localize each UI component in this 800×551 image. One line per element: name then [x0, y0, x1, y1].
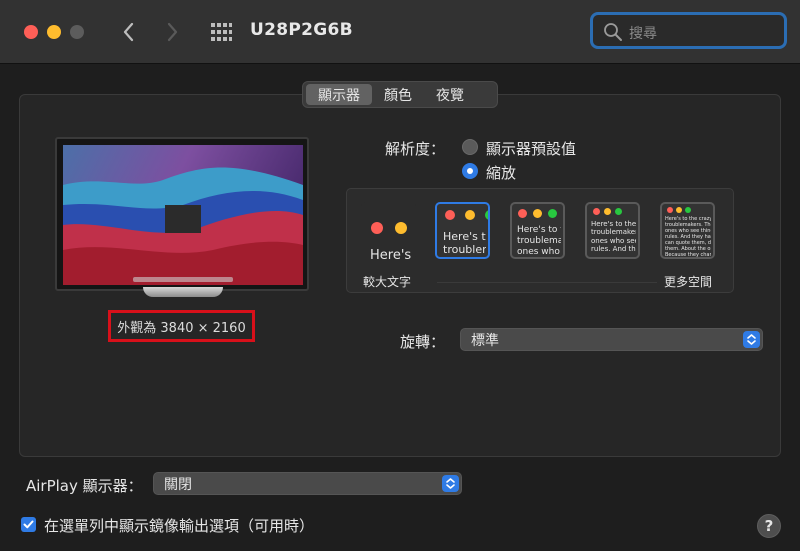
tab-display[interactable]: 顯示器 — [306, 84, 372, 105]
rotation-value: 標準 — [471, 332, 499, 349]
title-bar: U28P2G6B 搜尋 — [0, 0, 800, 64]
select-stepper-icon — [743, 331, 760, 348]
close-window-button[interactable] — [24, 25, 38, 39]
search-icon — [604, 23, 622, 41]
rotation-label: 旋轉： — [400, 333, 446, 351]
default-radio-label[interactable]: 顯示器預設值 — [486, 138, 576, 159]
help-button[interactable]: ? — [757, 514, 781, 538]
scale-option-2-text: Here's to troublem — [443, 230, 486, 257]
scale-option-5[interactable]: Here's to the crazy one troublemakers. T… — [660, 202, 715, 259]
scale-option-3[interactable]: Here's to t troublema ones who — [510, 202, 565, 259]
scaled-options: Here's Here's to troublem Here's to t tr… — [346, 188, 734, 293]
minimize-window-button[interactable] — [47, 25, 61, 39]
scale-option-4[interactable]: Here's to the cr troublemakers. ones who… — [585, 202, 640, 259]
monitor-illustration — [55, 137, 309, 299]
scale-option-3-text: Here's to t troublema ones who — [517, 225, 561, 257]
resolution-readout: 外觀為 3840 × 2160 — [108, 310, 255, 342]
select-stepper-icon — [442, 475, 459, 492]
chevron-left-icon — [123, 22, 134, 42]
airplay-value: 關閉 — [164, 476, 192, 493]
tab-color[interactable]: 顏色 — [372, 84, 424, 105]
forward-button[interactable] — [160, 18, 184, 46]
rotation-select[interactable]: 標準 — [460, 328, 763, 351]
airplay-select[interactable]: 關閉 — [153, 472, 462, 495]
search-field[interactable]: 搜尋 — [590, 12, 787, 49]
desktop-wallpaper — [63, 145, 303, 285]
more-space-label: 更多空間 — [664, 275, 713, 289]
scaled-radio-label[interactable]: 縮放 — [486, 162, 516, 183]
scaled-radio[interactable] — [462, 163, 478, 179]
monitor-stand — [143, 287, 223, 297]
scale-option-5-text: Here's to the crazy one troublemakers. T… — [665, 216, 711, 258]
scale-option-4-text: Here's to the cr troublemakers. ones who… — [591, 220, 636, 254]
airplay-label: AirPlay 顯示器： — [26, 477, 143, 495]
scale-option-1-text: Here's — [370, 248, 412, 259]
window-title: U28P2G6B — [250, 20, 353, 40]
chevron-right-icon — [167, 22, 178, 42]
grid-icon — [211, 23, 232, 41]
tab-bar: 顯示器 顏色 夜覽 — [302, 81, 498, 108]
monitor-frame — [55, 137, 309, 291]
tab-night-shift[interactable]: 夜覽 — [424, 84, 476, 105]
default-radio[interactable] — [462, 139, 478, 155]
zoom-window-button[interactable] — [70, 25, 84, 39]
resolution-label: 解析度： — [385, 140, 446, 158]
back-button[interactable] — [117, 18, 141, 46]
larger-text-label: 較大文字 — [363, 275, 412, 289]
scale-option-1[interactable]: Here's — [361, 202, 416, 259]
scale-option-2[interactable]: Here's to troublem — [435, 202, 490, 259]
search-placeholder: 搜尋 — [629, 26, 657, 42]
checkmark-icon — [23, 520, 34, 529]
mirroring-checkbox[interactable] — [21, 517, 36, 532]
scale-slider-track — [437, 282, 657, 283]
mirroring-label[interactable]: 在選單列中顯示鏡像輸出選項（可用時） — [44, 515, 314, 536]
show-all-button[interactable] — [210, 21, 232, 43]
